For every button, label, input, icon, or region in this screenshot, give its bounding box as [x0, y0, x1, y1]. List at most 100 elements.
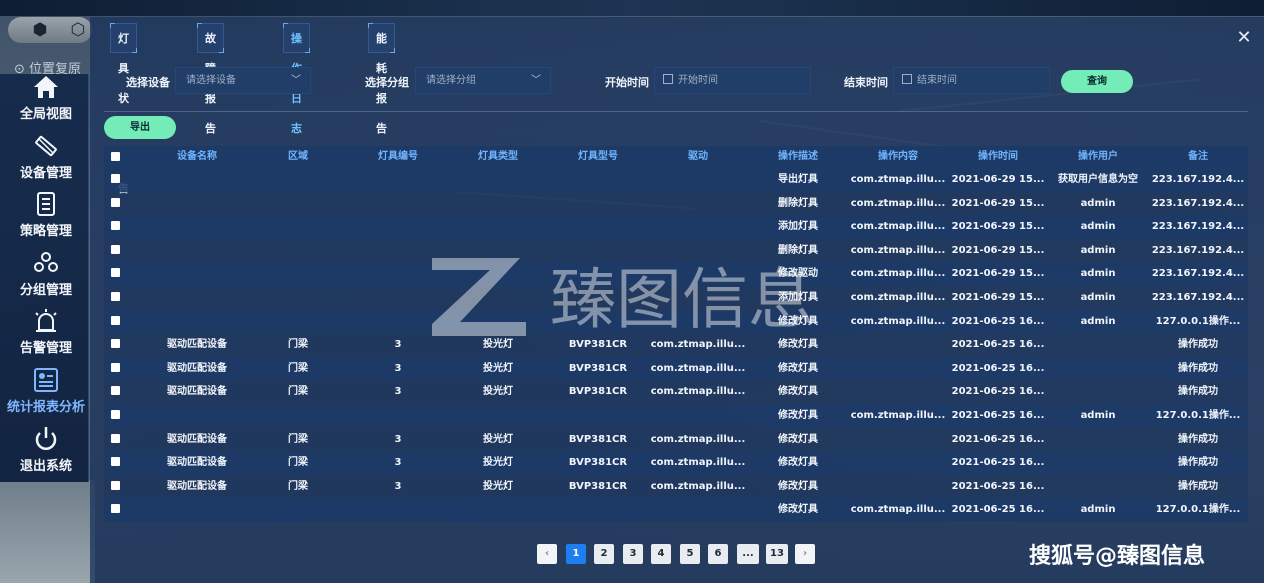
row-checkbox[interactable] — [111, 268, 120, 278]
sidebar-item-label: 策略管理 — [19, 224, 72, 239]
tab-3[interactable]: 操作日志 — [283, 23, 310, 135]
table-row[interactable]: 驱动匹配设备 门梁 3 投光灯 BVP381CR com.ztmap.illu... 修改灯… — [104, 474, 1248, 499]
table-cell: com.ztmap.illu... — [850, 268, 946, 280]
row-checkbox[interactable] — [111, 433, 120, 443]
select-all-checkbox[interactable] — [111, 152, 120, 161]
column-header[interactable]: 灯具型号 — [548, 146, 648, 168]
table-cell — [348, 498, 448, 522]
sidebar-item-power[interactable]: 退出系统 — [0, 426, 92, 484]
table-cell — [248, 215, 348, 239]
table-row[interactable]: 修改灯具 com.ztmap.illu... 2021-06-25 16... adm… — [104, 498, 1248, 522]
table-row[interactable]: 驱动匹配设备 门梁 3 投光灯 BVP381CR com.ztmap.illu... 修改灯… — [104, 451, 1248, 475]
table-cell: admin — [1080, 504, 1116, 516]
page-button[interactable]: ... — [737, 544, 759, 564]
end-time-input[interactable]: 结束时间 — [893, 67, 1050, 94]
row-checkbox[interactable] — [111, 315, 120, 325]
table-cell: 门梁 — [288, 386, 308, 398]
table-cell: 投光灯 — [483, 433, 513, 445]
table-cell: 修改灯具 — [778, 504, 818, 516]
table-cell: 修改灯具 — [778, 457, 818, 469]
table-cell: 2021-06-25 16... — [951, 339, 1045, 351]
row-checkbox[interactable] — [111, 291, 120, 301]
table-cell: 驱动匹配设备 — [167, 386, 227, 398]
table-cell: BVP381CR — [568, 457, 628, 469]
column-header[interactable]: 操作内容 — [848, 146, 948, 168]
row-checkbox[interactable] — [111, 504, 120, 514]
sidebar-item-lamp[interactable]: 设备管理 — [0, 133, 92, 191]
row-checkbox[interactable] — [111, 339, 120, 349]
query-button[interactable]: 查询 — [1061, 70, 1133, 93]
table-cell — [448, 168, 548, 192]
page-button[interactable]: 2 — [594, 544, 614, 564]
row-checkbox[interactable] — [111, 197, 120, 207]
table-cell — [548, 498, 648, 522]
sidebar-item-home[interactable]: 全局视图 — [0, 74, 92, 132]
column-header[interactable]: 灯具类型 — [448, 146, 548, 168]
table-cell: 3 — [394, 386, 402, 398]
tab-4[interactable]: 能耗报告 — [368, 23, 395, 135]
row-checkbox[interactable] — [111, 362, 120, 372]
start-time-input[interactable]: 开始时间 — [654, 67, 811, 94]
table-cell — [147, 286, 247, 310]
table-row[interactable]: 修改灯具 com.ztmap.illu... 2021-06-25 16... adm… — [104, 403, 1248, 428]
sidebar-item-report[interactable]: 统计报表分析 — [0, 367, 92, 425]
tab-2[interactable]: 故障报告 — [197, 23, 224, 135]
document-icon — [0, 191, 92, 217]
sidebar-item-label: 退出系统 — [19, 459, 72, 474]
page-button[interactable]: 1 — [566, 544, 586, 564]
tab-1[interactable]: 灯具状态报告 — [110, 23, 137, 195]
device-filter-label: 选择设备 — [126, 76, 170, 89]
close-icon[interactable]: ✕ — [1234, 28, 1254, 48]
column-header[interactable]: 操作用户 — [1048, 146, 1148, 168]
sidebar-item-document[interactable]: 策略管理 — [0, 191, 92, 249]
row-checkbox[interactable] — [111, 244, 120, 254]
table-cell — [248, 239, 348, 263]
table-row[interactable]: 驱动匹配设备 门梁 3 投光灯 BVP381CR com.ztmap.illu... 修改灯… — [104, 380, 1248, 404]
export-button[interactable]: 导出 — [104, 116, 176, 139]
column-header[interactable]: 操作描述 — [748, 146, 848, 168]
group-select[interactable]: 请选择分组 ﹀ — [415, 67, 551, 94]
table-row[interactable]: 导出灯具 com.ztmap.illu... 2021-06-29 15... 获取用… — [104, 168, 1248, 192]
table-cell: com.ztmap.illu... — [850, 409, 946, 421]
column-header[interactable]: 区域 — [248, 146, 348, 168]
row-checkbox[interactable] — [111, 386, 120, 396]
column-header[interactable]: 灯具编号 — [348, 146, 448, 168]
cube-icon[interactable]: ⬢ — [30, 20, 50, 40]
table-cell — [348, 404, 448, 428]
table-cell — [1048, 428, 1148, 452]
table-cell: BVP381CR — [568, 362, 628, 374]
column-header[interactable]: 设备名称 — [147, 146, 247, 168]
row-checkbox[interactable] — [111, 221, 120, 231]
column-header[interactable]: 驱动 — [648, 146, 748, 168]
table-cell: admin — [1080, 409, 1116, 421]
sidebar-item-group[interactable]: 分组管理 — [0, 250, 92, 308]
row-checkbox[interactable] — [111, 409, 120, 419]
table-cell — [147, 404, 247, 428]
sidebar-item-alarm[interactable]: 告警管理 — [0, 308, 92, 366]
page-button[interactable]: 4 — [651, 544, 671, 564]
table-cell: 2021-06-29 15... — [951, 197, 1045, 209]
table-cell — [147, 498, 247, 522]
column-header[interactable]: 操作时间 — [948, 146, 1048, 168]
page-button[interactable]: 3 — [623, 544, 643, 564]
cube-outline-icon[interactable]: ⬡ — [68, 20, 88, 40]
chevron-right-icon[interactable]: › — [795, 544, 815, 564]
row-checkbox[interactable] — [111, 480, 120, 490]
table-row[interactable]: 驱动匹配设备 门梁 3 投光灯 BVP381CR com.ztmap.illu... 修改灯… — [104, 427, 1248, 452]
table-cell: 3 — [394, 480, 402, 492]
table-row[interactable]: 驱动匹配设备 门梁 3 投光灯 BVP381CR com.ztmap.illu... 修改灯… — [104, 356, 1248, 381]
chevron-left-icon[interactable]: ‹ — [537, 544, 557, 564]
table-row[interactable]: 添加灯具 com.ztmap.illu... 2021-06-29 15... adm… — [104, 215, 1248, 239]
table-cell: 添加灯具 — [778, 221, 818, 233]
device-select[interactable]: 请选择设备 ﹀ — [175, 67, 311, 94]
table-cell: 127.0.0.1操作... — [1155, 504, 1241, 516]
row-checkbox[interactable] — [111, 174, 120, 183]
column-header[interactable]: 备注 — [1148, 146, 1248, 168]
page-button[interactable]: 6 — [708, 544, 728, 564]
page-button[interactable]: 13 — [766, 544, 788, 564]
page-button[interactable]: 5 — [680, 544, 700, 564]
table-row[interactable]: 删除灯具 com.ztmap.illu... 2021-06-29 15... adm… — [104, 191, 1248, 216]
row-checkbox[interactable] — [111, 457, 120, 467]
table-cell — [1048, 380, 1148, 404]
table-cell — [448, 404, 548, 428]
